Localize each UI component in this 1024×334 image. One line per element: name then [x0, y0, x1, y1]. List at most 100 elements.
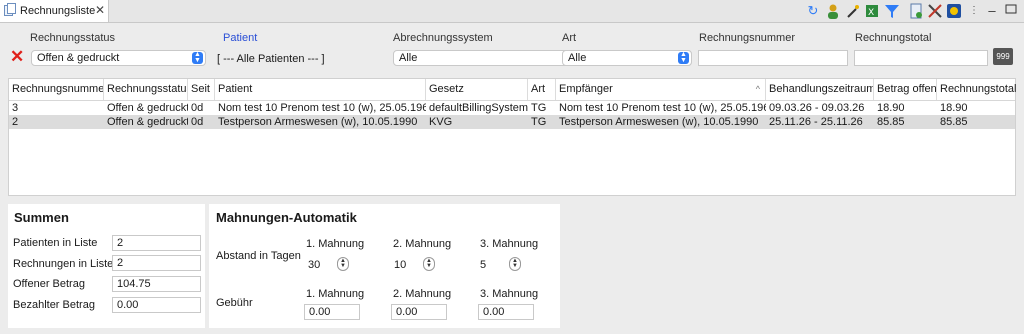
- cell-amount-open: 85.85: [877, 116, 905, 128]
- cell-recipient: Testperson Armeswesen (w), 10.05.1990: [559, 116, 759, 128]
- more-icon[interactable]: ⋮: [966, 3, 982, 19]
- mahnungen-title: Mahnungen-Automatik: [216, 210, 357, 225]
- magic-wand-icon[interactable]: [845, 3, 861, 19]
- cell-number: 3: [12, 102, 19, 114]
- cell-since: 0d: [191, 116, 204, 128]
- minimize-icon[interactable]: –: [984, 3, 1000, 19]
- billing-system-select-value: Alle: [399, 52, 418, 64]
- col-header-rechnungstotal[interactable]: Rechnungstotal: [937, 79, 1016, 100]
- second-fee-field[interactable]: 0.00: [391, 304, 447, 320]
- person-icon[interactable]: [825, 3, 841, 19]
- col-header-rechnungsnummer[interactable]: Rechnungsnummer: [9, 79, 104, 100]
- cell-number: 2: [12, 116, 19, 128]
- mahnungen-panel: Mahnungen-Automatik 1. Mahnung 2. Mahnun…: [209, 204, 560, 328]
- invoice-total-input[interactable]: [854, 50, 988, 66]
- calculator-button[interactable]: 999: [993, 48, 1013, 65]
- table-row[interactable]: 2 Offen & gedruckt 0d Testperson Armeswe…: [9, 115, 1015, 129]
- invoices-label: Rechnungen in Liste: [13, 258, 114, 270]
- type-select[interactable]: Alle ▲ ▼: [562, 50, 692, 66]
- col-header-betrag-offen[interactable]: Betrag offen: [874, 79, 937, 100]
- col-header-empfaenger[interactable]: Empfänger ^: [556, 79, 766, 100]
- tab-rechnungsliste[interactable]: Rechnungsliste ✕: [0, 0, 109, 22]
- cell-type: TG: [531, 116, 547, 128]
- col-header-gesetz[interactable]: Gesetz: [426, 79, 528, 100]
- cell-law: KVG: [429, 116, 453, 128]
- invoice-total-label: Rechnungstotal: [855, 32, 932, 44]
- summen-title: Summen: [14, 210, 69, 225]
- cell-period: 09.03.26 - 09.03.26: [769, 102, 865, 114]
- third-fee-field[interactable]: 0.00: [478, 304, 534, 320]
- paid-amount-field[interactable]: 0.00: [112, 297, 201, 313]
- cell-type: TG: [531, 102, 547, 114]
- document-icon[interactable]: [908, 3, 924, 19]
- filter-icon[interactable]: [884, 3, 900, 19]
- status-label: Rechnungsstatus: [30, 32, 115, 44]
- svg-text:X: X: [868, 8, 874, 18]
- col-header-seit[interactable]: Seit: [188, 79, 215, 100]
- summen-panel: Summen Patienten in Liste 2 Rechnungen i…: [8, 204, 205, 328]
- cell-total: 18.90: [940, 102, 968, 114]
- tab-bar: Rechnungsliste ✕ ↻ X ⋮ –: [0, 0, 1024, 23]
- type-label: Art: [562, 32, 577, 44]
- fee-label: Gebühr: [216, 297, 253, 309]
- cell-law: defaultBillingSystem: [429, 102, 528, 114]
- invoice-number-label: Rechnungsnummer: [699, 32, 795, 44]
- second-reminder-fee-label: 2. Mahnung: [393, 288, 452, 300]
- invoice-table: Rechnungsnummer Rechnungsstatus Seit Pat…: [8, 78, 1016, 196]
- patient-link[interactable]: Patient: [223, 32, 257, 44]
- cell-period: 25.11.26 - 25.11.26: [769, 116, 863, 128]
- col-header-patient[interactable]: Patient: [215, 79, 426, 100]
- paid-amount-label: Bezahlter Betrag: [13, 299, 95, 311]
- cell-amount-open: 18.90: [877, 102, 905, 114]
- open-amount-label: Offener Betrag: [13, 278, 85, 290]
- app-icon[interactable]: [946, 3, 962, 19]
- first-days-stepper[interactable]: ▲ ▼: [337, 257, 349, 271]
- patients-field[interactable]: 2: [112, 235, 201, 251]
- type-select-value: Alle: [568, 52, 587, 64]
- first-reminder-label: 1. Mahnung: [306, 238, 365, 250]
- first-fee-field[interactable]: 0.00: [304, 304, 360, 320]
- col-header-empfaenger-label: Empfänger: [559, 83, 613, 95]
- select-arrows-icon: ▲▼: [678, 51, 689, 64]
- invoices-field[interactable]: 2: [112, 255, 201, 271]
- cell-since: 0d: [191, 102, 204, 114]
- first-reminder-fee-label: 1. Mahnung: [306, 288, 365, 300]
- third-days-value: 5: [480, 259, 487, 271]
- billing-system-label: Abrechnungssystem: [393, 32, 493, 44]
- second-days-value: 10: [394, 259, 407, 271]
- second-days-stepper[interactable]: ▲ ▼: [423, 257, 435, 271]
- first-days-value: 30: [308, 259, 321, 271]
- interval-label: Abstand in Tagen: [216, 250, 301, 262]
- second-reminder-label: 2. Mahnung: [393, 238, 452, 250]
- cell-patient: Nom test 10 Prenom test 10 (w), 25.05.19…: [218, 102, 426, 114]
- cell-patient: Testperson Armeswesen (w), 10.05.1990: [218, 116, 418, 128]
- patients-label: Patienten in Liste: [13, 237, 98, 249]
- col-header-behandlungszeitraum[interactable]: Behandlungszeitraum: [766, 79, 874, 100]
- clear-filter-icon[interactable]: ✕: [10, 48, 26, 65]
- cell-status: Offen & gedruckt: [107, 116, 188, 128]
- status-select[interactable]: Offen & gedruckt ▲ ▼: [31, 50, 206, 66]
- third-reminder-label: 3. Mahnung: [480, 238, 539, 250]
- third-reminder-fee-label: 3. Mahnung: [480, 288, 539, 300]
- cell-recipient: Nom test 10 Prenom test 10 (w), 25.05.19…: [559, 102, 766, 114]
- refresh-icon[interactable]: ↻: [805, 3, 821, 19]
- open-amount-field[interactable]: 104.75: [112, 276, 201, 292]
- table-row[interactable]: 3 Offen & gedruckt 0d Nom test 10 Prenom…: [9, 101, 1015, 115]
- maximize-icon[interactable]: [1003, 3, 1019, 19]
- table-header: Rechnungsnummer Rechnungsstatus Seit Pat…: [9, 79, 1016, 101]
- col-header-art[interactable]: Art: [528, 79, 556, 100]
- invoice-number-input[interactable]: [698, 50, 848, 66]
- patient-value: [ --- Alle Patienten --- ]: [217, 53, 325, 65]
- export-icon[interactable]: X: [864, 3, 880, 19]
- col-header-rechnungsstatus[interactable]: Rechnungsstatus: [104, 79, 188, 100]
- copy-icon: [4, 3, 16, 16]
- third-days-stepper[interactable]: ▲ ▼: [509, 257, 521, 271]
- close-icon[interactable]: ✕: [95, 3, 105, 17]
- tools-icon[interactable]: [927, 3, 943, 19]
- tab-label: Rechnungsliste: [20, 5, 96, 17]
- cell-status: Offen & gedruckt: [107, 102, 188, 114]
- select-arrows-icon: ▲▼: [192, 51, 203, 64]
- sort-ascending-icon: ^: [755, 84, 760, 94]
- status-select-value: Offen & gedruckt: [37, 52, 120, 64]
- cell-total: 85.85: [940, 116, 968, 128]
